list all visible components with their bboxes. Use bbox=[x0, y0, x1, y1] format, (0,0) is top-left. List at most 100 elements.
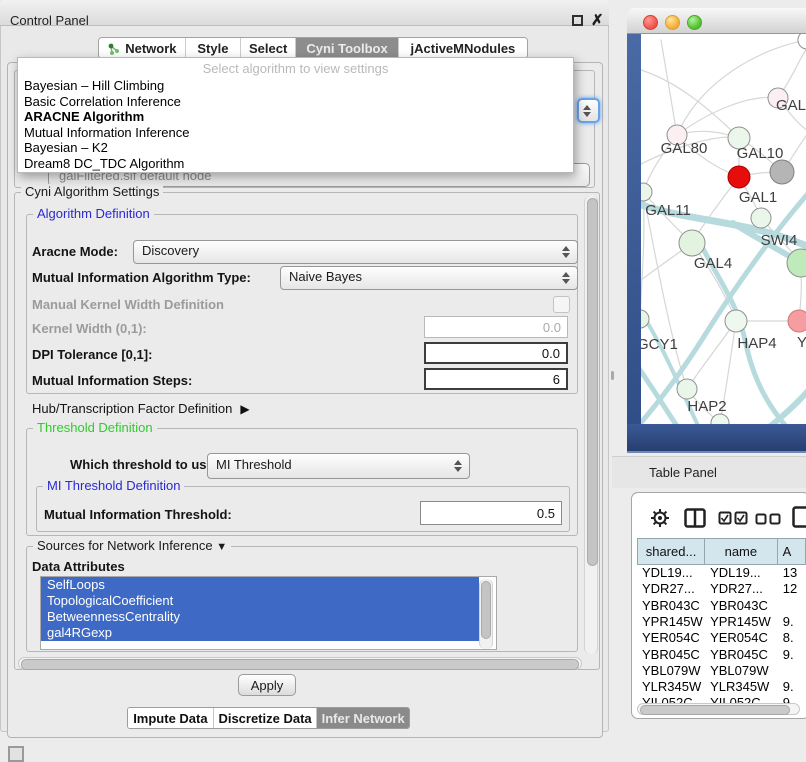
table-cell: 12 bbox=[778, 581, 806, 597]
settings-vertical-scrollbar[interactable] bbox=[584, 196, 598, 654]
bottom-tabbar: Impute Data Discretize Data Infer Networ… bbox=[127, 707, 410, 729]
gear-icon[interactable] bbox=[649, 507, 671, 529]
table-horizontal-scrollbar[interactable] bbox=[637, 703, 800, 715]
algorithm-definition-title: Algorithm Definition bbox=[33, 206, 154, 221]
table-row[interactable]: YBR043CYBR043C bbox=[637, 598, 806, 614]
dropdown-prompt: Select algorithm to view settings bbox=[18, 61, 573, 76]
network-canvas[interactable]: GALGAL80GAL10GAL1GAL11SWI4GAL4GCY1HAP4YH… bbox=[641, 34, 806, 424]
kernel-width-label: Kernel Width (0,1): bbox=[32, 321, 147, 336]
mi-threshold-input[interactable] bbox=[420, 501, 562, 525]
new-table-icon[interactable] bbox=[792, 505, 806, 529]
collapsed-arrow-icon: ▶ bbox=[240, 402, 249, 416]
network-node[interactable] bbox=[711, 414, 729, 424]
network-node[interactable] bbox=[677, 379, 697, 399]
settings-vertical-scrollbar-thumb[interactable] bbox=[587, 198, 598, 566]
table-cell: YBL079W bbox=[705, 663, 778, 679]
table-cell: 9. bbox=[778, 614, 806, 630]
network-node[interactable] bbox=[798, 34, 806, 49]
table-row[interactable]: YER054CYER054C8. bbox=[637, 630, 806, 646]
network-edge[interactable] bbox=[641, 70, 739, 138]
table-row[interactable]: YBR045CYBR045C9. bbox=[637, 647, 806, 663]
network-node[interactable] bbox=[770, 160, 794, 184]
network-node[interactable] bbox=[725, 310, 747, 332]
settings-horizontal-scrollbar-thumb[interactable] bbox=[21, 659, 579, 670]
mi-threshold-label: Mutual Information Threshold: bbox=[44, 507, 232, 522]
dropdown-item[interactable]: Mutual Information Inference bbox=[18, 125, 573, 141]
network-window-titlebar[interactable] bbox=[627, 8, 806, 34]
minimized-panel-icon[interactable] bbox=[8, 746, 24, 762]
data-attribute-item[interactable]: BetweennessCentrality bbox=[41, 609, 479, 625]
which-threshold-combo[interactable]: MI Threshold bbox=[207, 453, 470, 479]
table-row[interactable]: YLR345WYLR345W9. bbox=[637, 679, 806, 695]
mi-algorithm-type-combo[interactable]: Naive Bayes bbox=[280, 266, 578, 290]
select-all-checkboxes-icon[interactable] bbox=[718, 511, 748, 525]
hub-definition-header[interactable]: Hub/Transcription Factor Definition▶ bbox=[32, 401, 250, 416]
tab-discretize-data[interactable]: Discretize Data bbox=[214, 708, 318, 728]
minimize-traffic-light-icon[interactable] bbox=[665, 15, 680, 30]
node-label: GAL1 bbox=[739, 189, 777, 206]
tab-style[interactable]: Style bbox=[186, 38, 241, 58]
data-attribute-item[interactable]: SelfLoops bbox=[41, 577, 479, 593]
data-attributes-list[interactable]: SelfLoopsTopologicalCoefficientBetweenne… bbox=[40, 576, 497, 650]
table-horizontal-scrollbar-thumb[interactable] bbox=[640, 705, 790, 715]
mi-algorithm-type-label: Mutual Information Algorithm Type: bbox=[32, 270, 251, 285]
table-row[interactable]: YPR145WYPR145W9. bbox=[637, 614, 806, 630]
table-cell bbox=[778, 663, 806, 679]
spinner-arrows-icon bbox=[453, 458, 462, 474]
expanded-arrow-icon: ▼ bbox=[216, 541, 227, 553]
dropdown-item[interactable]: Dream8 DC_TDC Algorithm bbox=[18, 156, 573, 172]
network-edge[interactable] bbox=[677, 97, 778, 135]
close-traffic-light-icon[interactable] bbox=[643, 15, 658, 30]
dropdown-item[interactable]: ARACNE Algorithm bbox=[18, 109, 573, 125]
tab-cyni-toolbox[interactable]: Cyni Toolbox bbox=[296, 38, 399, 58]
manual-kernel-checkbox[interactable] bbox=[553, 296, 570, 313]
aracne-mode-combo[interactable]: Discovery bbox=[133, 240, 578, 264]
apply-button[interactable]: Apply bbox=[238, 674, 296, 696]
table-row[interactable]: YDR27...YDR27...12 bbox=[637, 581, 806, 597]
list-scrollbar[interactable] bbox=[479, 579, 493, 649]
screen: Control Panel ✗ Network Style Select Cyn… bbox=[0, 0, 806, 762]
dropdown-item[interactable]: Bayesian – K2 bbox=[18, 140, 573, 156]
tab-jactivemnodules[interactable]: jActiveMNodules bbox=[399, 38, 527, 58]
mi-steps-input[interactable] bbox=[424, 368, 568, 390]
panel-splitter-handle[interactable] bbox=[611, 371, 614, 380]
tab-infer-network[interactable]: Infer Network bbox=[317, 708, 409, 728]
dropdown-item[interactable]: Bayesian – Hill Climbing bbox=[18, 78, 573, 94]
network-edge[interactable] bbox=[661, 40, 677, 135]
list-scrollbar-thumb[interactable] bbox=[481, 581, 491, 639]
tab-select[interactable]: Select bbox=[241, 38, 296, 58]
data-attributes-label: Data Attributes bbox=[32, 559, 125, 574]
sources-group-title[interactable]: Sources for Network Inference ▼ bbox=[33, 538, 231, 553]
network-edge[interactable] bbox=[677, 40, 806, 135]
close-icon[interactable]: ✗ bbox=[591, 11, 604, 29]
network-node[interactable] bbox=[679, 230, 705, 256]
data-attribute-item[interactable]: gal4RGexp bbox=[41, 625, 479, 641]
network-edge[interactable] bbox=[641, 192, 644, 319]
table-row[interactable]: YBL079WYBL079W bbox=[637, 663, 806, 679]
column-header-partial[interactable]: A bbox=[778, 538, 806, 565]
table-row[interactable]: YIL052CYIL052C9 bbox=[637, 695, 806, 703]
settings-horizontal-scrollbar[interactable] bbox=[18, 657, 582, 670]
tab-impute-data[interactable]: Impute Data bbox=[128, 708, 214, 728]
zoom-traffic-light-icon[interactable] bbox=[687, 15, 702, 30]
node-label: SWI4 bbox=[761, 232, 798, 249]
data-attribute-item[interactable]: TopologicalCoefficient bbox=[41, 593, 479, 609]
algorithm-combo-button[interactable] bbox=[577, 98, 600, 123]
kernel-width-input[interactable] bbox=[424, 316, 568, 338]
dropdown-item[interactable]: Basic Correlation Inference bbox=[18, 94, 573, 110]
network-node[interactable] bbox=[751, 208, 771, 228]
network-node[interactable] bbox=[788, 310, 806, 332]
network-icon bbox=[107, 42, 120, 55]
column-header-shared-name[interactable]: shared... bbox=[637, 538, 705, 565]
table-header-row: shared... name A bbox=[637, 538, 806, 565]
deselect-all-checkboxes-icon[interactable] bbox=[755, 513, 782, 525]
columns-icon[interactable] bbox=[684, 508, 706, 528]
float-window-icon[interactable] bbox=[572, 15, 583, 26]
network-node[interactable] bbox=[641, 183, 652, 201]
tab-network[interactable]: Network bbox=[99, 38, 186, 58]
dpi-tolerance-input[interactable] bbox=[424, 342, 568, 364]
table-row[interactable]: YDL19...YDL19...13 bbox=[637, 565, 806, 581]
network-node[interactable] bbox=[728, 166, 750, 188]
column-header-name[interactable]: name bbox=[705, 538, 778, 565]
control-panel-titlebar[interactable] bbox=[0, 0, 609, 26]
